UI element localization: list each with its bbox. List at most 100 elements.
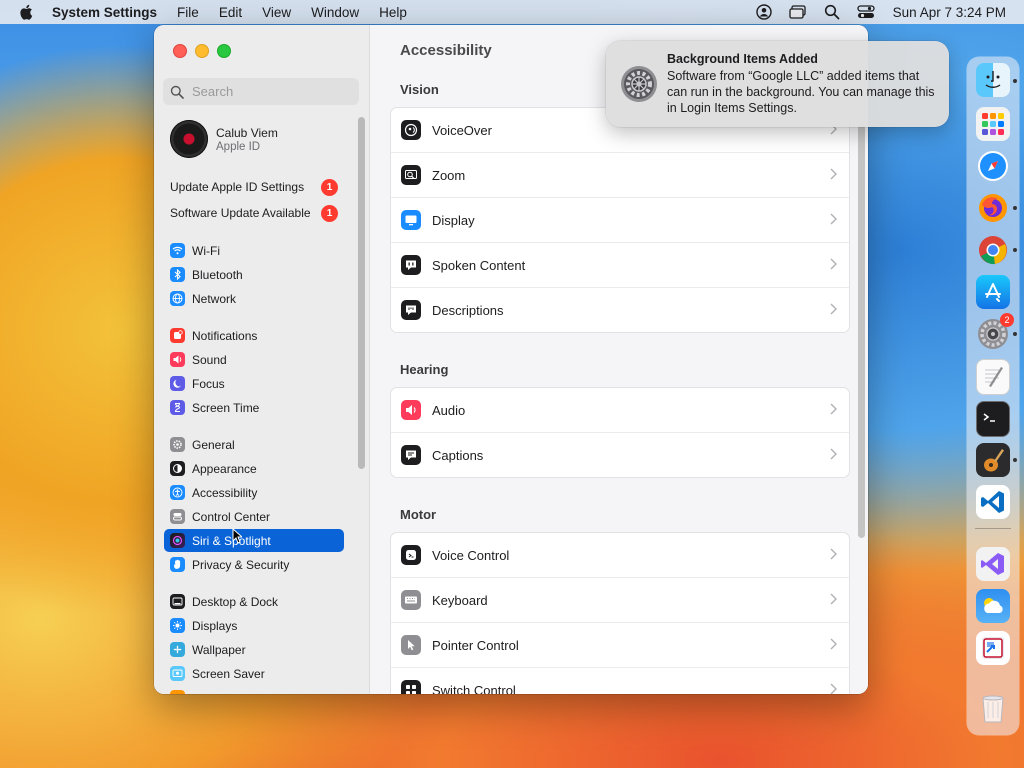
sidebar-item-label: Screen Saver [192,666,265,681]
notification-title: Background Items Added [667,52,818,66]
apple-id-profile[interactable]: Calub Viem Apple ID [170,120,278,158]
row-voice-control[interactable]: Voice Control [391,533,849,578]
trash-icon[interactable] [976,691,1010,725]
control-center-icon[interactable] [857,3,875,21]
section-title-vision: Vision [400,82,439,97]
mouse-cursor-icon [232,528,242,544]
chrome-icon[interactable] [976,233,1010,267]
sidebar-item-sound[interactable]: Sound [164,348,344,371]
menu-window[interactable]: Window [311,5,359,20]
group-hearing: Audio Captions [390,387,850,478]
sidebar-item-label: Privacy & Security [192,557,290,572]
background-items-notification[interactable]: Background Items Added Software from “Go… [606,41,949,127]
sidebar-item-focus[interactable]: Focus [164,372,344,395]
visual-studio-icon[interactable] [976,547,1010,581]
textedit-icon[interactable] [976,359,1010,395]
chevron-right-icon [830,638,837,650]
spotlight-search-icon[interactable] [823,3,841,21]
update-apple-id-settings[interactable]: Update Apple ID Settings 1 [170,177,338,197]
sidebar-item-network[interactable]: Network [164,287,344,310]
finder-icon[interactable] [976,63,1010,97]
menu-edit[interactable]: Edit [219,5,242,20]
system-settings-icon[interactable]: 2 [976,313,1014,351]
zoom-icon [401,165,421,185]
accessibility-icon [170,485,185,500]
sidebar-item-label: Appearance [192,461,257,476]
sidebar-item-label: Screen Time [192,400,260,415]
menu-file[interactable]: File [177,5,199,20]
sidebar-item-appearance[interactable]: Appearance [164,457,344,480]
weather-icon[interactable] [976,589,1010,623]
sidebar-item-notifications[interactable]: Notifications [164,324,344,347]
screen-mirroring-icon[interactable] [789,3,807,21]
hourglass-icon [170,400,185,415]
siri-icon [170,533,185,548]
alert-label: Software Update Available [170,206,311,220]
sidebar-item-wifi[interactable]: Wi-Fi [164,239,344,262]
sidebar-item-control-center[interactable]: Control Center [164,505,344,528]
sidebar-item-label: Focus [192,376,225,391]
window-controls [173,44,239,58]
running-indicator [1013,458,1017,462]
terminal-icon[interactable] [976,401,1010,437]
apple-menu-icon[interactable] [18,3,36,21]
sidebar-item-accessibility[interactable]: Accessibility [164,481,344,504]
sidebar-item-label: Notifications [192,328,258,343]
sidebar-item-screen-time[interactable]: Screen Time [164,396,344,419]
row-pointer-control[interactable]: Pointer Control [391,623,849,668]
app-store-icon[interactable] [976,275,1010,309]
row-zoom[interactable]: Zoom [391,153,849,198]
row-switch-control[interactable]: Switch Control [391,668,849,694]
vscode-icon[interactable] [976,485,1010,519]
search-input[interactable] [190,83,354,100]
row-label: Descriptions [432,302,504,318]
software-update-available[interactable]: Software Update Available 1 [170,203,338,223]
sidebar-item-privacy-security[interactable]: Privacy & Security [164,553,344,576]
row-label: VoiceOver [432,122,492,138]
globe-icon [170,291,185,306]
firefox-icon[interactable] [976,191,1010,225]
alert-badge: 1 [321,204,338,222]
dock-icon [170,594,185,609]
sidebar-search[interactable] [163,78,359,105]
profile-subtitle: Apple ID [216,140,261,153]
row-descriptions[interactable]: Descriptions [391,288,849,332]
content-scrollbar[interactable] [858,125,865,538]
screen-saver-icon [170,666,185,681]
menu-clock[interactable]: Sun Apr 7 3:24 PM [893,5,1006,20]
remote-desktop-icon[interactable] [976,631,1010,665]
chevron-right-icon [830,213,837,225]
notification-body: Software from “Google LLC” added items t… [667,69,935,115]
row-label: Audio [432,402,466,418]
minimize-button[interactable] [195,44,209,58]
safari-icon[interactable] [976,149,1010,183]
row-spoken-content[interactable]: Spoken Content [391,243,849,288]
sidebar-item-general[interactable]: General [164,433,344,456]
close-button[interactable] [173,44,187,58]
sidebar-item-siri-spotlight[interactable]: Siri & Spotlight [164,529,344,552]
row-captions[interactable]: Captions [391,433,849,477]
menu-help[interactable]: Help [379,5,407,20]
row-audio[interactable]: Audio [391,388,849,433]
row-label: Switch Control [432,682,516,695]
menu-app-name[interactable]: System Settings [52,5,157,20]
sidebar-item-bluetooth[interactable]: Bluetooth [164,263,344,286]
row-display[interactable]: Display [391,198,849,243]
section-title-hearing: Hearing [400,362,449,377]
launchpad-icon[interactable] [976,107,1010,141]
avatar [170,120,208,158]
sidebar-item-label: General [192,437,235,452]
row-keyboard[interactable]: Keyboard [391,578,849,623]
sidebar-item-displays[interactable]: Displays [164,614,344,637]
sidebar-scrollbar[interactable] [358,117,365,469]
sidebar-item-wallpaper[interactable]: Wallpaper [164,638,344,661]
menu-view[interactable]: View [262,5,291,20]
voiceover-icon [401,120,421,140]
user-account-icon[interactable] [755,3,773,21]
sidebar-item-screen-saver[interactable]: Screen Saver [164,662,344,685]
zoom-button[interactable] [217,44,231,58]
garageband-icon[interactable] [976,443,1010,477]
sidebar-item-desktop-dock[interactable]: Desktop & Dock [164,590,344,613]
speaker-icon [170,352,185,367]
switch-control-icon [401,680,421,694]
